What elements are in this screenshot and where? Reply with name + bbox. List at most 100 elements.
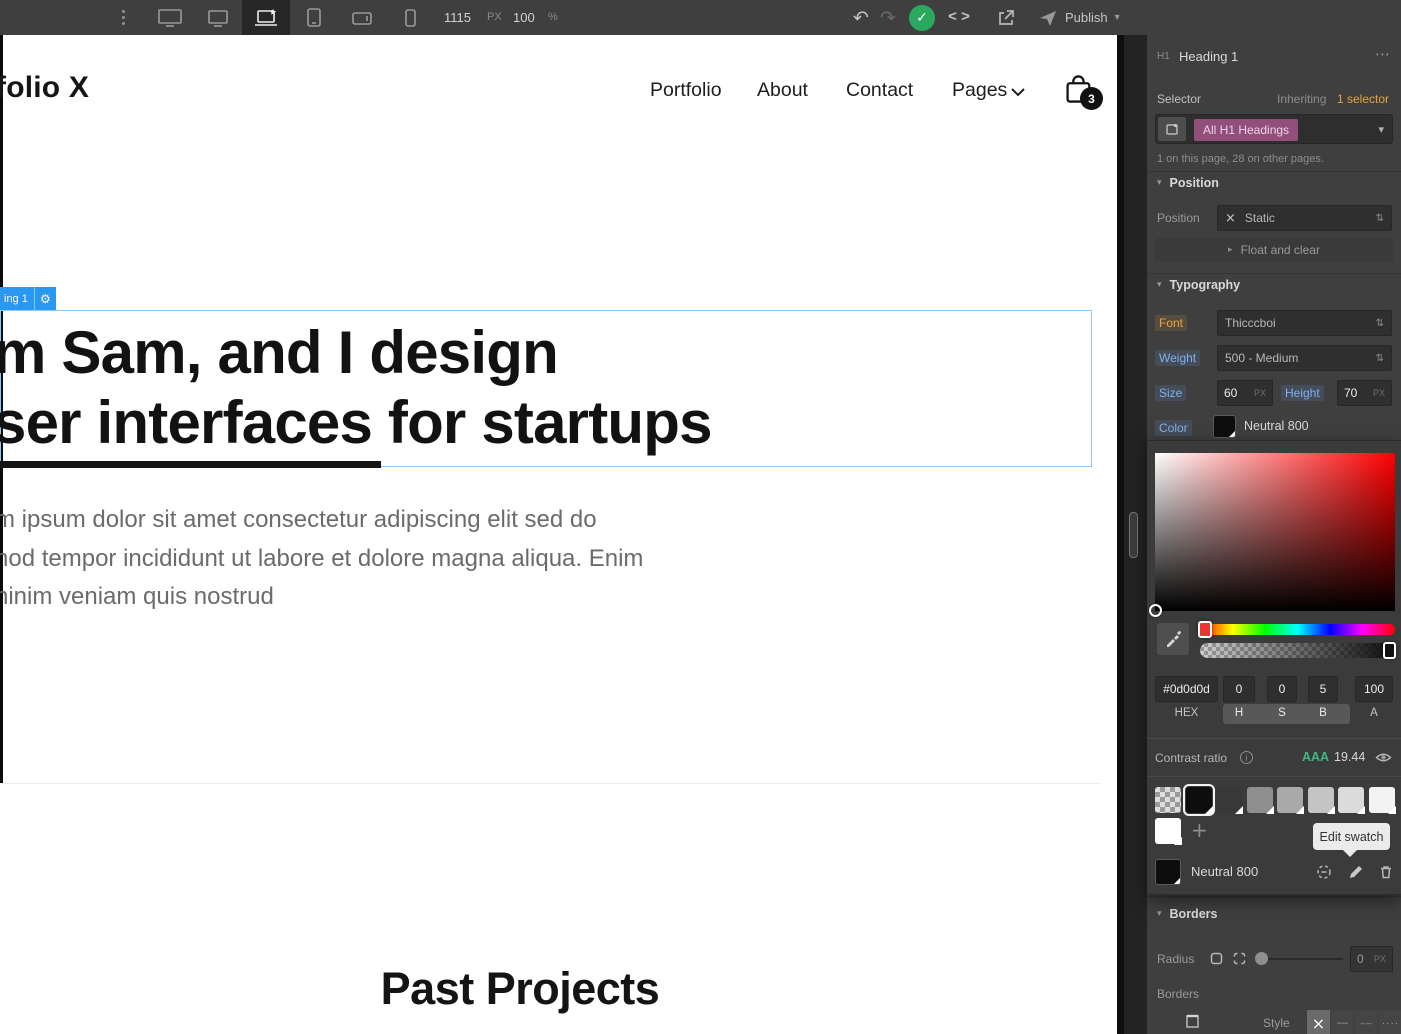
alpha-slider-handle[interactable]: [1383, 642, 1396, 659]
border-style-none-button[interactable]: ×: [1307, 1010, 1330, 1034]
breakpoint-desktop-large-button[interactable]: [146, 0, 194, 35]
paragraph-line: ninim veniam quis nostrud: [0, 578, 643, 617]
radius-input[interactable]: 0 PX: [1350, 946, 1393, 972]
breakpoint-mobile-landscape-button[interactable]: [338, 0, 386, 35]
canvas-width-value[interactable]: 1115: [444, 0, 471, 35]
swatch-color[interactable]: [1369, 787, 1395, 813]
selected-element-label[interactable]: ing 1: [0, 293, 34, 305]
selector-usage-meta: 1 on this page, 28 on other pages.: [1157, 153, 1324, 165]
radius-value: 0: [1357, 952, 1364, 966]
redo-button[interactable]: ↷: [880, 0, 896, 35]
color-cursor-handle[interactable]: [1149, 604, 1162, 617]
hue-slider-handle[interactable]: [1198, 621, 1212, 638]
nav-link-portfolio[interactable]: Portfolio: [650, 79, 722, 102]
radius-slider-handle[interactable]: [1255, 952, 1268, 965]
add-swatch-button[interactable]: +: [1191, 818, 1208, 842]
hue-slider[interactable]: [1200, 624, 1395, 635]
borders-section-title: Borders: [1170, 907, 1218, 921]
selector-field[interactable]: All H1 Headings ▾: [1155, 114, 1393, 144]
weight-select[interactable]: 500 - Medium ⇅: [1217, 345, 1392, 371]
radius-individual-corners-button[interactable]: [1229, 948, 1249, 968]
contrast-preview-eye-button[interactable]: [1373, 747, 1393, 767]
text-color-swatch[interactable]: [1213, 415, 1236, 438]
font-select[interactable]: Thicccboi ⇅: [1217, 310, 1392, 336]
code-export-button[interactable]: <>: [948, 0, 974, 35]
nav-link-about[interactable]: About: [757, 79, 808, 102]
breakpoint-mobile-button[interactable]: [386, 0, 434, 35]
float-clear-label: Float and clear: [1241, 243, 1320, 257]
info-icon[interactable]: i: [1240, 751, 1253, 764]
border-style-label: Style: [1263, 1016, 1290, 1030]
publish-rocket-icon: [1038, 8, 1058, 28]
pages-chevron-icon[interactable]: [1010, 87, 1026, 97]
zoom-value[interactable]: 100: [513, 0, 535, 35]
alpha-slider[interactable]: [1200, 643, 1395, 658]
eyedropper-button[interactable]: [1157, 623, 1189, 655]
position-select[interactable]: × Static ⇅: [1217, 205, 1392, 231]
border-sides-button[interactable]: [1181, 1010, 1203, 1032]
share-button[interactable]: [995, 7, 1017, 29]
selector-chevron-icon[interactable]: ▾: [1378, 123, 1384, 136]
border-style-dotted-button[interactable]: ····: [1379, 1010, 1401, 1034]
size-input[interactable]: 60 PX: [1217, 380, 1273, 406]
past-projects-heading[interactable]: Past Projects: [0, 963, 1040, 1015]
border-style-solid-button[interactable]: —: [1331, 1010, 1354, 1034]
position-section-header[interactable]: ▾ Position: [1157, 176, 1219, 190]
edit-swatch-button[interactable]: [1345, 861, 1367, 883]
brightness-value-input[interactable]: 5: [1308, 676, 1338, 702]
swatch-color[interactable]: [1338, 787, 1364, 813]
alpha-value-input[interactable]: 100: [1355, 676, 1393, 702]
swatch-color[interactable]: [1277, 787, 1303, 813]
breakpoint-desktop-button[interactable]: [194, 0, 242, 35]
radius-slider-track[interactable]: [1255, 958, 1343, 960]
selector-target-button[interactable]: [1158, 117, 1186, 141]
float-clear-expander[interactable]: ▸ Float and clear: [1155, 238, 1393, 262]
swatch-neutral-800-selected[interactable]: [1186, 787, 1212, 813]
canvas-scrollbar-handle[interactable]: [1129, 512, 1138, 558]
color-label: Color: [1155, 420, 1192, 436]
radius-all-corners-button[interactable]: [1206, 948, 1226, 968]
height-input[interactable]: 70 PX: [1337, 380, 1392, 406]
unlink-swatch-button[interactable]: [1313, 861, 1335, 883]
text-color-name[interactable]: Neutral 800: [1244, 419, 1309, 433]
x-icon: ×: [1225, 211, 1236, 226]
saturation-brightness-area[interactable]: [1155, 453, 1395, 611]
nav-link-pages[interactable]: Pages: [952, 79, 1007, 102]
kebab-menu-icon[interactable]: [116, 0, 130, 35]
swatch-color[interactable]: [1308, 787, 1334, 813]
borders-section-header[interactable]: ▾ Borders: [1157, 907, 1217, 921]
swatch-transparent[interactable]: [1155, 787, 1181, 813]
element-settings-gear-icon[interactable]: ⚙: [34, 287, 56, 310]
saved-status-badge[interactable]: ✓: [909, 5, 935, 31]
radius-unit: PX: [1374, 954, 1386, 964]
hero-paragraph[interactable]: m ipsum dolor sit amet consectetur adipi…: [0, 501, 643, 617]
delete-swatch-button[interactable]: [1375, 861, 1397, 883]
border-style-dashed-button[interactable]: ‒‒: [1355, 1010, 1378, 1034]
hero-heading[interactable]: m Sam, and I design ser interfaces for s…: [0, 318, 1092, 458]
site-logo[interactable]: folio X: [0, 71, 89, 105]
swatch-white[interactable]: [1155, 818, 1181, 844]
edit-swatch-tooltip: Edit swatch: [1313, 823, 1390, 850]
canvas-width-unit: PX: [487, 0, 502, 35]
zoom-unit: %: [548, 0, 558, 35]
inheriting-count-link[interactable]: 1 selector: [1337, 92, 1389, 106]
publish-button[interactable]: Publish ▾: [1038, 0, 1120, 35]
undo-button[interactable]: ↶: [853, 0, 869, 35]
breakpoint-tablet-button[interactable]: [290, 0, 338, 35]
hex-input[interactable]: #0d0d0d: [1155, 676, 1218, 702]
swatch-color[interactable]: [1247, 787, 1273, 813]
more-options-icon[interactable]: ⋯: [1375, 45, 1390, 63]
typography-section-header[interactable]: ▾ Typography: [1157, 278, 1240, 292]
unlink-icon: [1315, 863, 1333, 881]
breakpoint-laptop-button[interactable]: [242, 0, 290, 35]
app-window: 1115 PX 100 % ↶ ↷ ✓ <> Publish ▾ ⚙ ⚡: [0, 0, 1401, 1034]
nav-link-contact[interactable]: Contact: [846, 79, 913, 102]
hue-value-input[interactable]: 0: [1223, 676, 1255, 702]
swatch-color[interactable]: [1216, 787, 1242, 813]
radius-corners-icon: [1232, 951, 1247, 966]
borders-label: Borders: [1157, 987, 1199, 1001]
selected-element-tag[interactable]: ing 1 ⚙: [0, 287, 56, 310]
alpha-gradient: [1200, 643, 1395, 658]
selector-class-pill[interactable]: All H1 Headings: [1194, 119, 1298, 141]
saturation-value-input[interactable]: 0: [1267, 676, 1297, 702]
